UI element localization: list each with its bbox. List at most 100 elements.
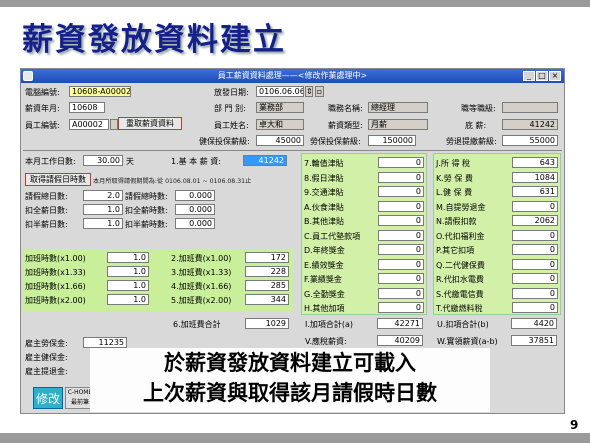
ot-pay-1-field[interactable]: 172: [245, 252, 289, 263]
health-level-field[interactable]: 45000: [256, 135, 304, 146]
doc-no-label: 電腦編號:: [25, 88, 60, 97]
deduction-l-field[interactable]: 631: [512, 186, 558, 197]
allowance-9-label: 9.交通津貼: [304, 188, 344, 197]
calendar-icon[interactable]: ▫: [315, 86, 324, 97]
allowance-c-field[interactable]: 0: [378, 229, 424, 241]
pay-date-field[interactable]: 0106.06.06: [256, 86, 304, 97]
deduction-m-field[interactable]: 0: [512, 200, 558, 212]
deduct-total-label: U.扣項合計(b): [437, 320, 489, 329]
base-salary-label: 1.基 本 薪 資:: [171, 157, 221, 166]
ot-pay-1-label: 2.加班費(x1.00): [171, 254, 232, 263]
job-title-field[interactable]: 總經理: [368, 102, 428, 113]
allowance-a-field[interactable]: 0: [378, 200, 424, 212]
labor-level-label: 勞保投保薪級:: [310, 137, 361, 146]
deduction-q-field[interactable]: 0: [512, 258, 558, 270]
deduction-k-field[interactable]: 1084: [512, 171, 558, 183]
allowance-f-field[interactable]: 0: [378, 273, 424, 284]
ot-total-field[interactable]: 1029: [245, 318, 289, 329]
labor-level-field[interactable]: 150000: [368, 135, 416, 146]
allowance-9-field[interactable]: 0: [378, 186, 424, 197]
pay-type-field[interactable]: 月薪: [368, 119, 428, 130]
deduction-t-label: T.代繳燃料稅: [436, 304, 483, 313]
allowance-c-label: C.員工代墊款項: [304, 231, 361, 241]
deduction-s-field[interactable]: 0: [512, 287, 558, 299]
full-deduct-days-field[interactable]: 1.0: [83, 204, 123, 215]
pay-date-label: 放發日期:: [214, 88, 249, 97]
deduction-r-field[interactable]: 0: [512, 273, 558, 284]
reload-salary-button[interactable]: 重取薪資資料: [118, 117, 182, 130]
allowance-g-field[interactable]: 0: [378, 287, 424, 299]
get-leave-button[interactable]: 取得請假日時數: [25, 173, 91, 186]
close-button[interactable]: ×: [549, 71, 561, 81]
base-total-label: 底 薪:: [465, 121, 487, 130]
allowance-h-label: H.其他加項: [304, 304, 345, 313]
allowance-b-field[interactable]: 0: [378, 215, 424, 226]
doc-no-field[interactable]: 10608-A00002: [69, 86, 131, 97]
leave-total-days-field[interactable]: 2.0: [83, 190, 123, 201]
deduction-o-field[interactable]: 0: [512, 229, 558, 241]
deduction-n-label: N.請假扣款: [436, 217, 477, 226]
allowance-e-field[interactable]: 0: [378, 258, 424, 270]
taxable-label: V.應稅薪資:: [305, 337, 347, 346]
deduct-total-field[interactable]: 4420: [511, 318, 557, 329]
allowance-d-field[interactable]: 0: [378, 244, 424, 255]
base-total-field[interactable]: 41242: [502, 119, 558, 130]
bottom-decor-bar: [0, 433, 590, 443]
ot-hours-4-field[interactable]: 1.0: [107, 294, 149, 305]
deduction-p-label: P.其它扣項: [436, 246, 475, 255]
pay-month-field[interactable]: 10608: [69, 102, 105, 113]
leave-rows: 請假總日數: 2.0 請假總時數: 0.000 扣全薪日數: 1.0 扣全薪時數…: [25, 189, 215, 233]
allowance-h-field[interactable]: 0: [378, 302, 424, 313]
emp-no-field[interactable]: A00002: [69, 119, 109, 130]
ot-hours-1-label: 加班時數(x1.00): [25, 254, 86, 263]
deduction-r-label: R.代扣水電費: [436, 275, 484, 284]
dept-label: 部 門 別:: [214, 104, 246, 113]
ot-pay-4-field[interactable]: 344: [245, 294, 289, 305]
dept-field[interactable]: 業務部: [256, 102, 304, 113]
page-number: 9: [570, 418, 579, 432]
allowance-7-field[interactable]: 0: [378, 157, 424, 168]
emp-lookup-button[interactable]: [110, 119, 118, 130]
window-title: 員工薪資資料處理——<修改作業處理中>: [217, 71, 368, 80]
emp-name-field[interactable]: 卓大和: [256, 119, 304, 130]
modify-button[interactable]: 修改: [33, 387, 63, 409]
allowance-b-label: B.其他津貼: [304, 217, 345, 226]
job-title-label: 職務名稱:: [328, 104, 363, 113]
half-deduct-days-field[interactable]: 1.0: [83, 218, 123, 229]
pension-level-field[interactable]: 55000: [502, 135, 558, 146]
allowance-7-label: 7.輪值津貼: [304, 159, 344, 168]
caption-line-2: 上次薪資與取得該月請假時日數: [143, 380, 437, 405]
grade-label: 職等職級:: [461, 104, 496, 113]
maximize-button[interactable]: □: [536, 71, 548, 81]
deduction-p-field[interactable]: 0: [512, 244, 558, 255]
divider: [23, 150, 562, 151]
workdays-field[interactable]: 30.00: [83, 155, 123, 166]
taxable-field[interactable]: 40209: [377, 335, 423, 346]
workdays-label: 本月工作日數:: [25, 157, 76, 166]
pay-type-label: 薪資類型:: [328, 121, 363, 130]
half-deduct-hours-field[interactable]: 0.000: [175, 218, 215, 229]
ot-pay-4-label: 5.加班費(x2.00): [171, 296, 232, 305]
deduction-t-field[interactable]: 0: [512, 302, 558, 313]
net-pay-field[interactable]: 37851: [511, 335, 557, 346]
base-salary-field[interactable]: 41242: [243, 155, 287, 166]
leave-total-hours-field[interactable]: 0.000: [175, 190, 215, 201]
deduction-n-field[interactable]: 2062: [512, 215, 558, 226]
emp-no-label: 員工編號:: [25, 121, 60, 130]
full-deduct-hours-field[interactable]: 0.000: [175, 204, 215, 215]
add-total-field[interactable]: 42271: [377, 318, 423, 329]
date-stepper[interactable]: ⇕: [305, 86, 313, 97]
deduction-o-label: O.代扣福利金: [436, 231, 485, 241]
pension-level-label: 勞退提繳薪級:: [446, 137, 497, 146]
grade-field[interactable]: [502, 102, 558, 113]
ot-pay-3-field[interactable]: 285: [245, 280, 289, 291]
ot-hours-1-field[interactable]: 1.0: [107, 252, 149, 263]
caption-overlay: 於薪資發放資料建立可載入 上次薪資與取得該月請假時日數: [90, 348, 490, 412]
deduction-j-field[interactable]: 643: [512, 157, 558, 168]
allowance-8-field[interactable]: 0: [378, 171, 424, 183]
ot-hours-2-field[interactable]: 1.0: [107, 266, 149, 277]
ot-pay-2-field[interactable]: 228: [245, 266, 289, 277]
ot-hours-3-field[interactable]: 1.0: [107, 280, 149, 291]
employer-labor-field[interactable]: 11235: [83, 337, 127, 348]
minimize-button[interactable]: _: [523, 71, 535, 81]
